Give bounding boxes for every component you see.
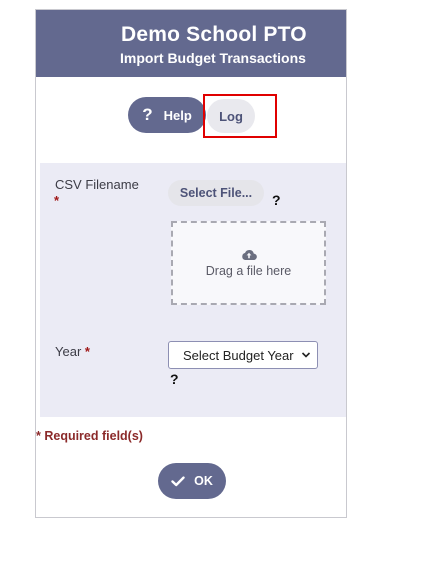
ok-button[interactable]: OK [158,463,226,499]
import-form: CSV Filename * Select File... ? Drag a f… [40,163,346,417]
drop-text: Drag a file here [205,264,292,278]
question-mark-icon: ? [142,105,153,124]
page-subtitle: Import Budget Transactions [120,50,306,66]
help-button-label: Help [163,107,192,123]
budget-year-select[interactable]: Select Budget Year [168,341,318,369]
budget-year-select-value: Select Budget Year [183,347,294,363]
file-dropzone[interactable]: Drag a file here [171,221,326,305]
header-banner: Demo School PTO Import Budget Transactio… [36,10,346,77]
checkmark-icon [171,475,185,486]
year-label: Year * [55,344,90,359]
year-label-text: Year [55,344,82,359]
log-button-label: Log [219,108,243,124]
select-file-button[interactable]: Select File... [168,180,264,206]
csv-required-marker: * [54,193,60,208]
csv-filename-label: CSV Filename [55,177,139,192]
ok-button-label: OK [194,474,213,488]
year-help-icon[interactable]: ? [170,371,179,387]
log-button[interactable]: Log [207,99,255,133]
import-dialog: Demo School PTO Import Budget Transactio… [35,9,347,518]
cloud-upload-icon [241,250,257,261]
help-button[interactable]: ? Help [128,97,206,133]
school-name: Demo School PTO [121,23,307,46]
required-fields-note: * Required field(s) [36,429,143,443]
chevron-down-icon [301,352,311,358]
year-required-marker: * [84,344,90,359]
csv-help-icon[interactable]: ? [272,192,281,208]
